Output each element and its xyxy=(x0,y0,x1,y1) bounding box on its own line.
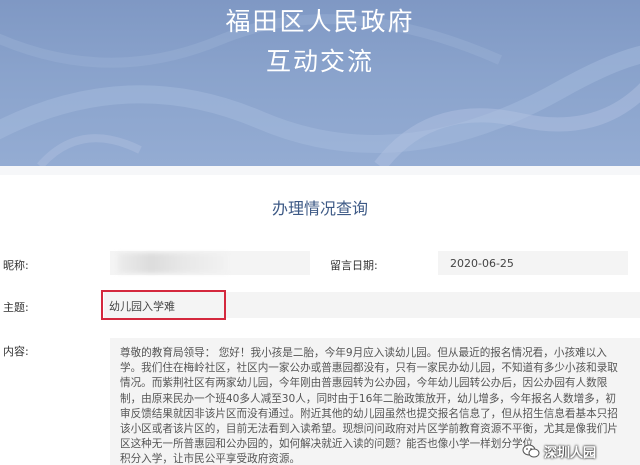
subject-highlight-box xyxy=(101,290,226,320)
content-line: 情况。而紫荆社区有两家幼儿园，今年刚由普惠园转为公办园，今年幼儿园转公办后，因公… xyxy=(120,377,608,390)
content-line: 学。我们住在梅岭社区，社区内一家公办或普惠园都没有，只有一家民办幼儿园，不知道有… xyxy=(120,362,618,375)
content-line: 制，由原来民办一个班40多人减至30人，同时由于16年二胎政策放开，幼儿增多，今… xyxy=(120,392,616,405)
nickname-redaction xyxy=(118,253,228,273)
banner-title-line1: 福田区人民政府 xyxy=(225,7,415,36)
header-banner: 福田区人民政府 互动交流 xyxy=(0,0,640,166)
banner-title-line2: 互动交流 xyxy=(265,47,374,76)
content-line: 尊敬的教育局领导： 您好！我小孩是二胎，今年9月应入读幼儿园。但从最近的报名情况… xyxy=(120,347,607,359)
content-line: 该小区或者该片区的，目前无法看到入读希望。现想问问政府对片区学前教育资源不平衡，… xyxy=(120,423,618,436)
content-label: 内容: xyxy=(3,345,29,358)
content-line: 审反馈结果就因非该片区而没有通过。附近其他的幼儿园虽然也提交报名信息了，但从招生… xyxy=(120,407,618,420)
watermark: 深圳人园 xyxy=(522,440,638,462)
divider-band xyxy=(0,166,640,175)
subject-label: 主题: xyxy=(3,301,29,314)
wechat-icon xyxy=(522,444,540,458)
date-label: 留言日期: xyxy=(330,259,378,272)
watermark-text: 深圳人园 xyxy=(544,445,597,461)
nickname-label: 昵称: xyxy=(3,259,29,272)
date-value: 2020-06-25 xyxy=(450,257,514,270)
section-title: 办理情况查询 xyxy=(271,199,368,218)
date-field: 2020-06-25 xyxy=(438,251,628,275)
